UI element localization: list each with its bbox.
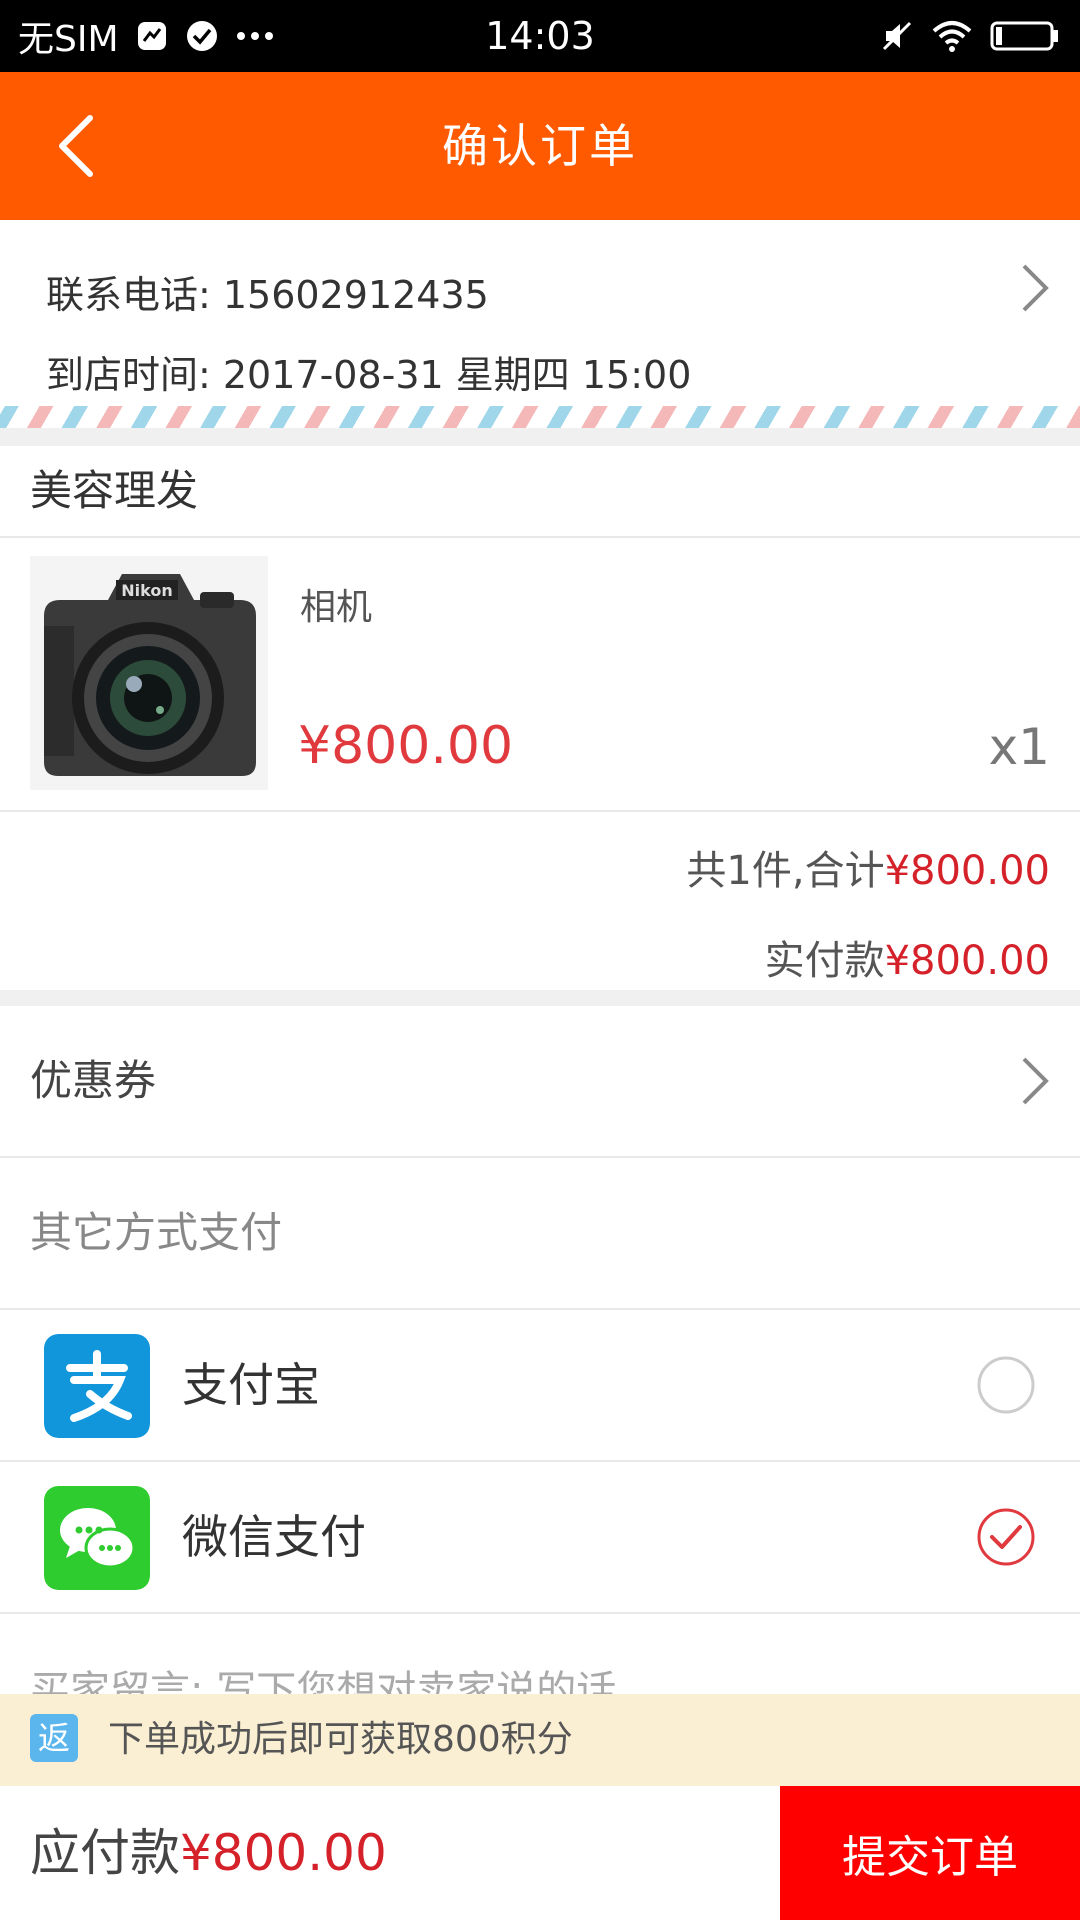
submit-order-button[interactable]: 提交订单 [780, 1786, 1080, 1920]
amount-due: 应付款¥800.00 [30, 1786, 387, 1920]
coupon-label: 优惠券 [30, 1056, 157, 1105]
shop-name: 美容理发 [30, 466, 199, 515]
alipay-label: 支付宝 [182, 1358, 320, 1412]
product-item[interactable]: Nikon 相机 ¥800.00 x1 [0, 538, 1080, 812]
contact-info[interactable]: 联系电话: 15602912435 到店时间: 2017-08-31 星期四 1… [0, 220, 1080, 408]
points-banner-text: 下单成功后即可获取800积分 [108, 1719, 573, 1760]
paid-total-row: 实付款¥800.00 [765, 928, 1050, 986]
item-count-label: 共1件,合计 [686, 848, 885, 894]
payment-option-alipay[interactable]: 支付宝 [0, 1310, 1080, 1462]
checkout-bar: 应付款¥800.00 提交订单 [0, 1786, 1080, 1920]
paid-amount: ¥800.00 [884, 938, 1050, 984]
paid-label: 实付款 [764, 938, 885, 984]
app-header: 确认订单 [0, 72, 1080, 220]
battery-icon [990, 21, 1058, 51]
buyer-message-placeholder: 买家留言: 写下您想对卖家说的话 [30, 1668, 617, 1694]
rebate-badge: 返 [30, 1714, 78, 1762]
svg-text:Nikon: Nikon [121, 581, 172, 600]
section-divider [0, 428, 1080, 446]
wifi-icon [932, 21, 972, 52]
status-bar: 无SIM 14:03 [0, 0, 1080, 72]
chevron-right-icon [1022, 264, 1049, 312]
mute-icon [882, 21, 912, 51]
amount-due-value: ¥800.00 [180, 1824, 387, 1882]
buyer-message-field[interactable]: 买家留言: 写下您想对卖家说的话 [0, 1614, 1080, 1694]
item-total-amount: ¥800.00 [884, 848, 1050, 894]
arrival-time: 到店时间: 2017-08-31 星期四 15:00 [46, 353, 692, 397]
page-title: 确认订单 [442, 119, 638, 173]
wechat-pay-icon [44, 1486, 150, 1590]
product-image: Nikon [30, 556, 268, 790]
payment-section-header: 其它方式支付 [0, 1158, 1080, 1310]
order-summary: 共1件,合计¥800.00 实付款¥800.00 [0, 812, 1080, 990]
product-price: ¥800.00 [298, 716, 514, 776]
points-banner: 返 下单成功后即可获取800积分 [0, 1694, 1080, 1786]
item-total-row: 共1件,合计¥800.00 [686, 838, 1050, 896]
airmail-divider [0, 406, 1080, 428]
radio-checked-icon[interactable] [976, 1507, 1036, 1567]
product-name: 相机 [300, 587, 373, 628]
product-quantity: x1 [988, 718, 1050, 776]
coupon-row[interactable]: 优惠券 [0, 1006, 1080, 1158]
payment-section-label: 其它方式支付 [30, 1208, 283, 1257]
radio-unselected-icon[interactable] [976, 1355, 1036, 1415]
payment-option-wechat[interactable]: 微信支付 [0, 1462, 1080, 1614]
chevron-right-icon [1022, 1057, 1049, 1105]
amount-due-label: 应付款 [30, 1824, 180, 1882]
wechat-pay-label: 微信支付 [182, 1510, 366, 1564]
shop-header: 美容理发 [0, 446, 1080, 538]
contact-phone: 联系电话: 15602912435 [46, 273, 489, 317]
section-divider [0, 990, 1080, 1006]
alipay-icon [44, 1334, 150, 1438]
